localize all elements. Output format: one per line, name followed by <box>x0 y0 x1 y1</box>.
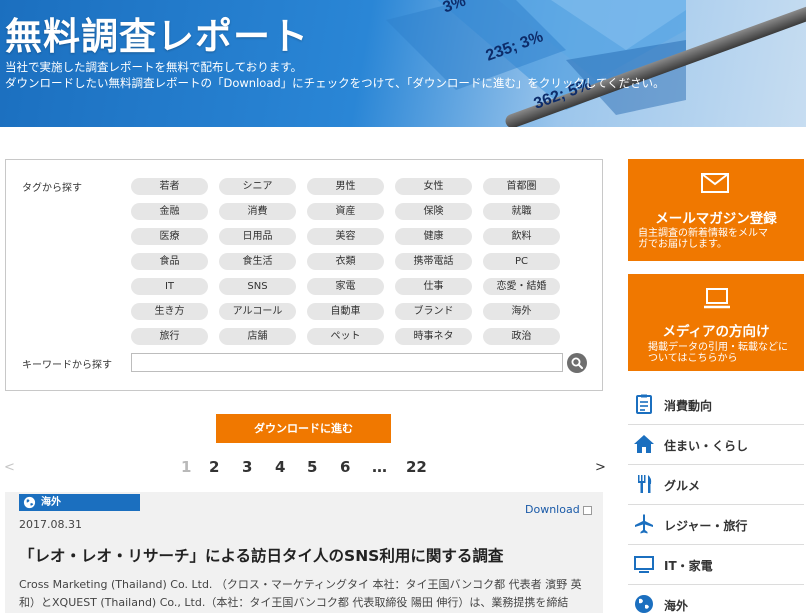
tag-button[interactable]: 日用品 <box>219 228 296 245</box>
sidebar-item-consumption[interactable]: 消費動向 <box>628 385 804 425</box>
house-icon <box>634 435 654 453</box>
tag-button[interactable]: ペット <box>307 328 384 345</box>
pagination-page[interactable]: 22 <box>406 458 427 476</box>
media-info-banner[interactable]: メディアの方向け 掲載データの引用・転載などに ついてはこちらから <box>628 274 804 371</box>
newsletter-signup-banner[interactable]: メールマガジン登録 自主調査の新着情報をメルマ ガでお届けします。 <box>628 159 804 261</box>
tag-button[interactable]: 金融 <box>131 203 208 220</box>
tag-button[interactable]: 保険 <box>395 203 472 220</box>
sidebar-item-label: 海外 <box>664 599 689 613</box>
sidebar-item-gourmet[interactable]: グルメ <box>628 465 804 505</box>
tag-search-panel: タグから探す 若者 シニア 男性 女性 首都圏 金融 消費 資産 保険 就職 医… <box>5 159 603 391</box>
tag-button[interactable]: 自動車 <box>307 303 384 320</box>
header-banner: 3% 235; 3% 362; 5% 無料調査レポート 当社で実施した調査レポー… <box>0 0 806 127</box>
report-title[interactable]: 「レオ・レオ・リサーチ」による訪日タイ人のSNS利用に関する調査 <box>19 544 503 566</box>
tag-button[interactable]: アルコール <box>219 303 296 320</box>
tag-button[interactable]: 衣類 <box>307 253 384 270</box>
pagination-prev[interactable]: < <box>4 460 15 475</box>
newsletter-subtext: 自主調査の新着情報をメルマ <box>638 228 768 239</box>
tag-button[interactable]: 仕事 <box>395 278 472 295</box>
sidebar-item-label: 消費動向 <box>664 399 713 413</box>
search-icon <box>571 357 583 369</box>
pagination-page[interactable]: 6 <box>340 458 350 476</box>
laptop-icon <box>704 288 730 309</box>
intro-text-1: 当社で実施した調査レポートを無料で配布しております。 <box>5 60 303 74</box>
report-excerpt-line: 和）とXQUEST (Thailand) Co., Ltd.（本社：タイ王国バン… <box>19 596 569 609</box>
sidebar-item-leisure[interactable]: レジャー・旅行 <box>628 505 804 545</box>
newsletter-subtext: ガでお届けします。 <box>638 239 727 250</box>
tag-button[interactable]: 旅行 <box>131 328 208 345</box>
tag-button[interactable]: 時事ネタ <box>395 328 472 345</box>
tag-button[interactable]: 家電 <box>307 278 384 295</box>
tag-button[interactable]: シニア <box>219 178 296 195</box>
sidebar-item-label: レジャー・旅行 <box>664 519 748 533</box>
proceed-download-button[interactable]: ダウンロードに進む <box>216 414 391 443</box>
sidebar-item-overseas[interactable]: 海外 <box>628 585 804 613</box>
tag-button[interactable]: 健康 <box>395 228 472 245</box>
newsletter-title: メールマガジン登録 <box>655 211 777 227</box>
sidebar-item-living[interactable]: 住まい・くらし <box>628 425 804 465</box>
pagination-page[interactable]: 2 <box>209 458 219 476</box>
airplane-icon <box>635 514 653 534</box>
sidebar-item-label: IT・家電 <box>664 559 713 573</box>
mail-icon <box>701 173 729 193</box>
pagination-ellipsis: … <box>372 458 387 476</box>
tag-button[interactable]: ブランド <box>395 303 472 320</box>
category-badge-label: 海外 <box>41 497 61 508</box>
tag-button[interactable]: 若者 <box>131 178 208 195</box>
media-info-title: メディアの方向け <box>662 324 770 340</box>
category-badge[interactable]: 海外 <box>19 494 140 511</box>
tag-button[interactable]: 恋愛・結婚 <box>483 278 560 295</box>
tag-button[interactable]: IT <box>131 278 208 295</box>
pagination-page-current: 1 <box>181 458 192 476</box>
monitor-icon <box>634 556 654 573</box>
report-excerpt-line: Cross Marketing (Thailand) Co. Ltd. （クロス… <box>19 578 582 591</box>
tag-button[interactable]: 生き方 <box>131 303 208 320</box>
tag-button[interactable]: 女性 <box>395 178 472 195</box>
fork-knife-icon <box>638 475 652 493</box>
pagination-page[interactable]: 3 <box>242 458 252 476</box>
download-checkbox[interactable] <box>583 506 592 515</box>
tag-button[interactable]: SNS <box>219 278 296 295</box>
sidebar-item-label: グルメ <box>664 479 701 493</box>
tag-button[interactable]: 携帯電話 <box>395 253 472 270</box>
intro-text-2: ダウンロードしたい無料調査レポートの「Download」にチェックをつけて、「ダ… <box>5 76 665 90</box>
tag-button[interactable]: 食品 <box>131 253 208 270</box>
globe-icon <box>23 496 36 509</box>
search-button[interactable] <box>567 353 587 373</box>
pagination-page[interactable]: 4 <box>275 458 285 476</box>
tag-button[interactable]: 首都圏 <box>483 178 560 195</box>
media-info-subtext: 掲載データの引用・転載などに <box>648 342 788 353</box>
download-link[interactable]: Download <box>525 503 580 516</box>
tag-button[interactable]: PC <box>483 253 560 270</box>
sidebar-item-it-appliances[interactable]: IT・家電 <box>628 545 804 585</box>
keyword-search-input[interactable] <box>131 353 563 372</box>
page-title: 無料調査レポート <box>5 15 309 58</box>
globe-icon <box>635 595 653 613</box>
pagination-page[interactable]: 5 <box>307 458 317 476</box>
tag-button[interactable]: 海外 <box>483 303 560 320</box>
clipboard-icon <box>636 394 652 414</box>
sidebar-item-label: 住まい・くらし <box>664 439 749 453</box>
tag-search-heading: タグから探す <box>22 183 82 194</box>
report-card: 海外 2017.08.31 Download 「レオ・レオ・リサーチ」による訪日… <box>5 492 603 613</box>
keyword-search-label: キーワードから探す <box>22 360 112 371</box>
tag-button[interactable]: 消費 <box>219 203 296 220</box>
tag-button[interactable]: 男性 <box>307 178 384 195</box>
pagination-next[interactable]: > <box>595 460 606 475</box>
tag-button[interactable]: 飲料 <box>483 228 560 245</box>
tag-button[interactable]: 美容 <box>307 228 384 245</box>
tag-button[interactable]: 資産 <box>307 203 384 220</box>
tag-button[interactable]: 医療 <box>131 228 208 245</box>
tag-button[interactable]: 食生活 <box>219 253 296 270</box>
media-info-subtext: ついてはこちらから <box>648 353 738 364</box>
tag-button[interactable]: 就職 <box>483 203 560 220</box>
tag-button[interactable]: 店舗 <box>219 328 296 345</box>
report-date: 2017.08.31 <box>19 518 82 531</box>
tag-button[interactable]: 政治 <box>483 328 560 345</box>
